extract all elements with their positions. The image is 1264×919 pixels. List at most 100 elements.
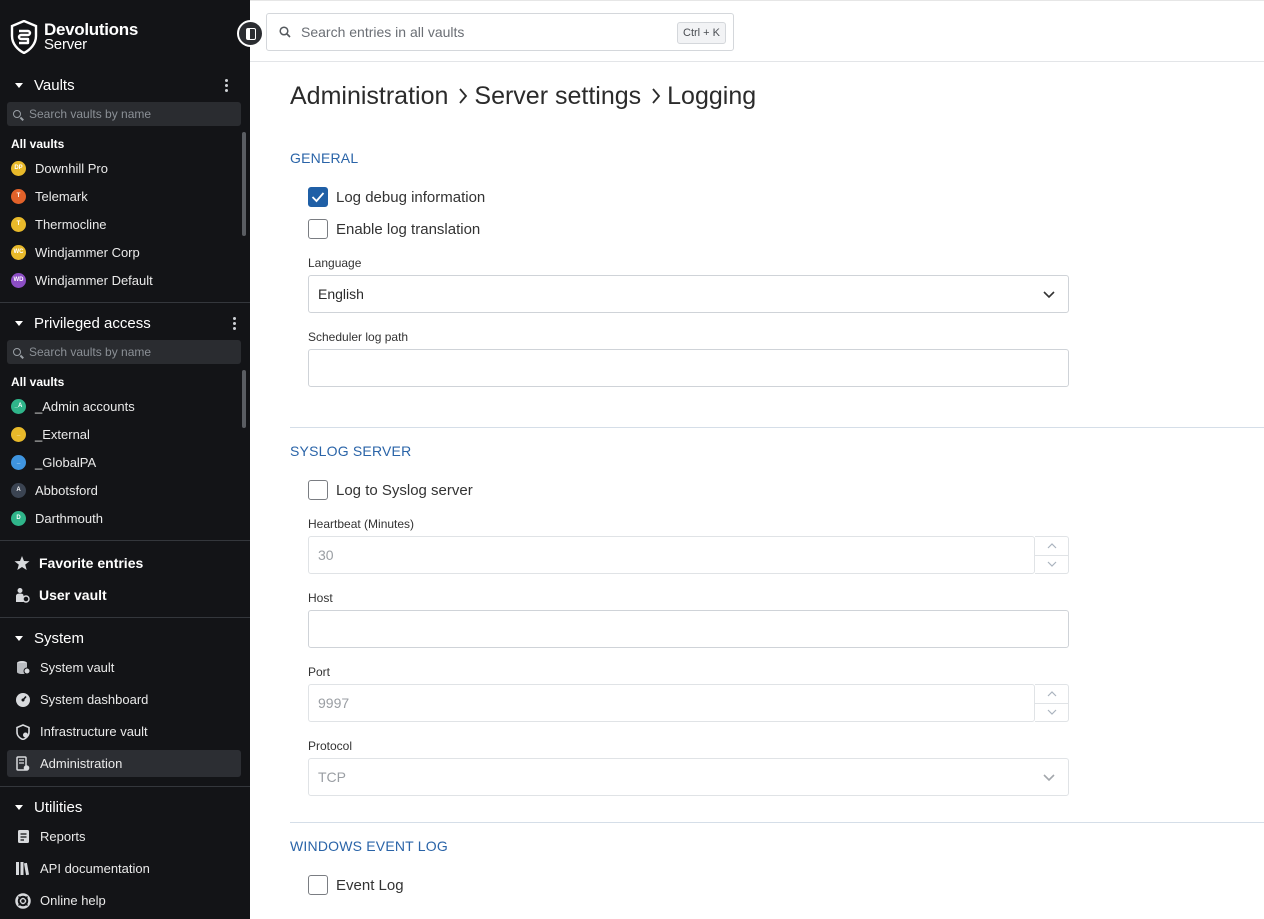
sidebar: Devolutions Server Vaults Search vaults … bbox=[0, 0, 250, 919]
vault-avatar: D bbox=[11, 510, 26, 526]
heartbeat-input[interactable]: 30 bbox=[308, 536, 1035, 574]
chevron-up-icon[interactable] bbox=[1035, 537, 1068, 555]
breadcrumb-server-settings[interactable]: Server settings bbox=[474, 82, 641, 111]
vault-list-item[interactable]: A Abbotsford bbox=[11, 480, 98, 500]
log-debug-label: Log debug information bbox=[336, 188, 486, 206]
all-vaults-label[interactable]: All vaults bbox=[11, 137, 64, 151]
system-section-header[interactable]: System bbox=[0, 623, 250, 653]
scheduler-log-path-label: Scheduler log path bbox=[308, 330, 409, 344]
chevron-down-icon bbox=[1042, 770, 1056, 787]
brand-logo[interactable]: Devolutions Server bbox=[10, 20, 138, 54]
event-log-section-title: WINDOWS EVENT LOG bbox=[290, 838, 448, 854]
dashboard-gauge-icon bbox=[15, 692, 31, 708]
caret-down-icon bbox=[15, 82, 23, 88]
search-icon bbox=[13, 348, 21, 356]
vault-list-item[interactable]: T Telemark bbox=[11, 186, 88, 206]
more-options-icon[interactable] bbox=[233, 317, 236, 330]
vault-list-item[interactable]: _ _GlobalPA bbox=[11, 452, 96, 472]
all-vaults-label[interactable]: All vaults bbox=[11, 375, 64, 389]
vault-list-item[interactable]: DP Downhill Pro bbox=[11, 158, 108, 178]
sidebar-item-reports[interactable]: Reports bbox=[7, 823, 241, 850]
privileged-section-header[interactable]: Privileged access bbox=[0, 308, 250, 338]
port-input[interactable]: 9997 bbox=[308, 684, 1035, 722]
vault-list-item[interactable]: WC Windjammer Corp bbox=[11, 242, 140, 262]
sidebar-item-online-help[interactable]: Online help bbox=[7, 887, 241, 914]
breadcrumb: Administration Server settings Logging bbox=[290, 80, 756, 112]
heartbeat-stepper[interactable] bbox=[1035, 536, 1069, 574]
sidebar-item-system-dashboard[interactable]: System dashboard bbox=[7, 686, 241, 713]
chevron-right-icon bbox=[458, 87, 468, 105]
vault-list-item[interactable]: _ _External bbox=[11, 424, 90, 444]
user-vault-link[interactable]: User vault bbox=[14, 583, 107, 607]
more-options-icon[interactable] bbox=[225, 79, 228, 92]
vaults-section-header[interactable]: Vaults bbox=[0, 70, 250, 100]
privileged-scrollbar[interactable] bbox=[242, 370, 246, 428]
sidebar-toggle-icon bbox=[245, 27, 256, 40]
sidebar-item-system-vault[interactable]: System vault bbox=[7, 654, 241, 681]
privileged-search-input[interactable]: Search vaults by name bbox=[7, 340, 241, 364]
vault-name: Abbotsford bbox=[35, 482, 98, 498]
brand-product: Server bbox=[44, 36, 87, 53]
global-search-input[interactable]: Search entries in all vaults Ctrl + K bbox=[266, 13, 734, 51]
log-translation-checkbox[interactable] bbox=[308, 219, 328, 239]
vault-list-item[interactable]: WD Windjammer Default bbox=[11, 270, 153, 290]
port-stepper[interactable] bbox=[1035, 684, 1069, 722]
vault-list-item[interactable]: _A _Admin accounts bbox=[11, 396, 135, 416]
protocol-label: Protocol bbox=[308, 739, 353, 753]
sidebar-divider bbox=[0, 786, 250, 787]
devolutions-shield-icon bbox=[10, 20, 38, 54]
chevron-up-icon[interactable] bbox=[1035, 685, 1068, 703]
log-debug-checkbox[interactable] bbox=[308, 187, 328, 207]
reports-label: Reports bbox=[40, 829, 86, 844]
sidebar-item-infrastructure-vault[interactable]: Infrastructure vault bbox=[7, 718, 241, 745]
log-translation-checkbox-row[interactable]: Enable log translation bbox=[308, 218, 480, 240]
event-log-checkbox[interactable] bbox=[308, 875, 328, 895]
breadcrumb-administration[interactable]: Administration bbox=[290, 82, 448, 111]
api-documentation-label: API documentation bbox=[40, 861, 150, 876]
sidebar-divider bbox=[0, 302, 250, 303]
utilities-section-title: Utilities bbox=[34, 798, 83, 816]
privileged-section-title: Privileged access bbox=[34, 314, 151, 332]
vault-list-item[interactable]: T Thermocline bbox=[11, 214, 107, 234]
port-value: 9997 bbox=[318, 695, 350, 711]
vault-name: _Admin accounts bbox=[35, 398, 135, 414]
vault-avatar: A bbox=[11, 482, 26, 498]
log-debug-checkbox-row[interactable]: Log debug information bbox=[308, 186, 485, 208]
vault-avatar: DP bbox=[11, 160, 26, 176]
vault-name: Windjammer Default bbox=[35, 272, 153, 288]
chevron-down-icon[interactable] bbox=[1035, 702, 1068, 722]
vaults-search-input[interactable]: Search vaults by name bbox=[7, 102, 241, 126]
host-input[interactable] bbox=[308, 610, 1069, 648]
vault-avatar: T bbox=[11, 188, 26, 204]
vaults-section-title: Vaults bbox=[34, 76, 75, 94]
utilities-section-header[interactable]: Utilities bbox=[0, 792, 250, 822]
sidebar-item-administration[interactable]: Administration bbox=[7, 750, 241, 777]
vault-list-item[interactable]: D Darthmouth bbox=[11, 508, 103, 528]
favorite-entries-label: Favorite entries bbox=[39, 555, 144, 571]
language-select[interactable]: English bbox=[308, 275, 1069, 313]
log-to-syslog-checkbox-row[interactable]: Log to Syslog server bbox=[308, 479, 473, 501]
online-help-label: Online help bbox=[40, 893, 106, 908]
port-label: Port bbox=[308, 665, 331, 679]
event-log-checkbox-row[interactable]: Event Log bbox=[308, 874, 404, 896]
chevron-down-icon bbox=[1042, 287, 1056, 304]
chevron-down-icon[interactable] bbox=[1035, 554, 1068, 574]
caret-down-icon bbox=[15, 635, 23, 641]
vaults-scrollbar[interactable] bbox=[242, 132, 246, 236]
favorite-entries-link[interactable]: Favorite entries bbox=[14, 551, 143, 575]
log-to-syslog-checkbox[interactable] bbox=[308, 480, 328, 500]
vault-name: Windjammer Corp bbox=[35, 244, 140, 260]
scheduler-log-path-input[interactable] bbox=[308, 349, 1069, 387]
vault-name: Darthmouth bbox=[35, 510, 103, 526]
language-value: English bbox=[318, 286, 364, 302]
syslog-section-title: SYSLOG SERVER bbox=[290, 443, 412, 459]
global-search-placeholder: Search entries in all vaults bbox=[301, 24, 465, 40]
collapse-sidebar-button[interactable] bbox=[237, 20, 264, 47]
sidebar-item-api-documentation[interactable]: API documentation bbox=[7, 855, 241, 882]
vault-avatar: T bbox=[11, 216, 26, 232]
chevron-right-icon bbox=[651, 87, 661, 105]
host-label: Host bbox=[308, 591, 333, 605]
star-icon bbox=[14, 555, 30, 571]
vault-name: Telemark bbox=[35, 188, 88, 204]
protocol-select[interactable]: TCP bbox=[308, 758, 1069, 796]
